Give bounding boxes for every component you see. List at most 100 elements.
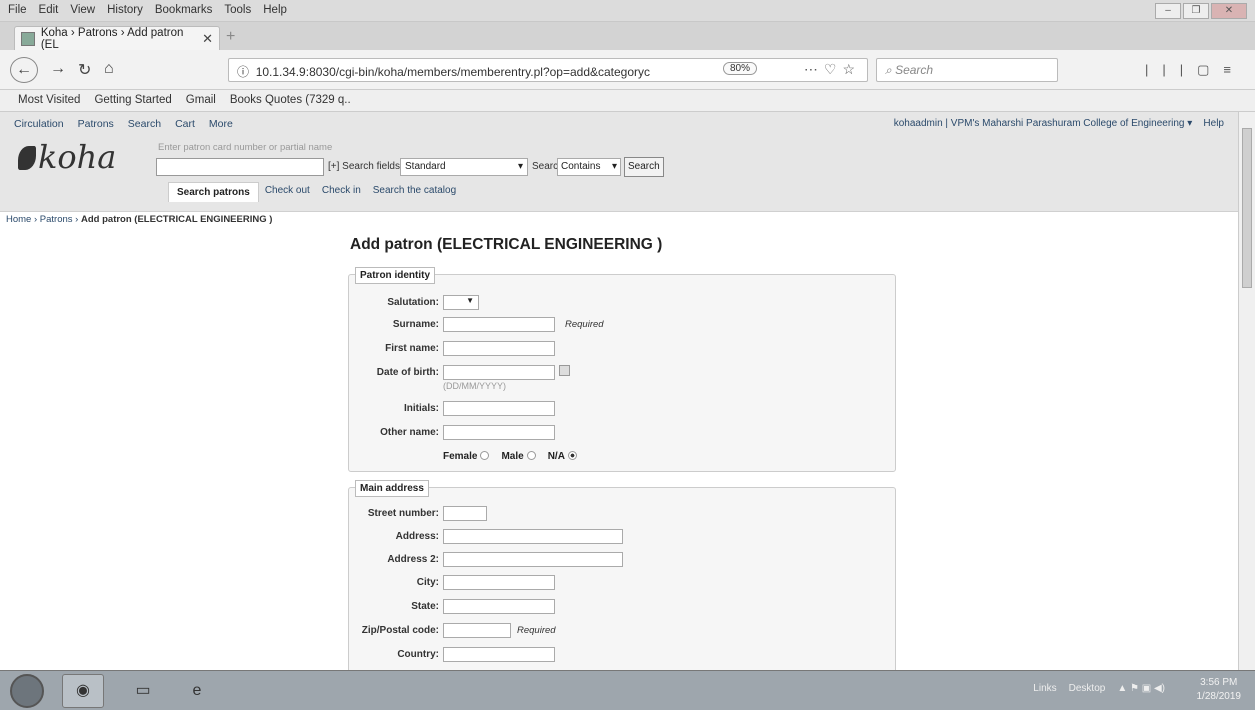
bookmark-getting-started[interactable]: Getting Started [94,94,171,111]
patron-search-input[interactable] [156,158,324,176]
state-input[interactable] [443,599,555,614]
close-tab-icon[interactable]: ✕ [202,31,213,47]
forward-button[interactable]: → [50,60,66,78]
country-input[interactable] [443,647,555,662]
street-number-input[interactable] [443,506,487,521]
new-tab-icon[interactable]: + [226,28,235,46]
gender-male-option[interactable]: Male [501,451,536,462]
radio-na[interactable] [567,451,577,460]
nav-circulation[interactable]: Circulation [14,118,64,130]
gender-female-option[interactable]: Female [443,451,490,462]
page-scrollbar[interactable] [1238,112,1255,670]
breadcrumb-current: Add patron (ELECTRICAL ENGINEERING ) [81,214,273,225]
dob-input[interactable] [443,365,555,380]
calendar-icon[interactable] [559,365,570,376]
library-name[interactable]: VPM's Maharshi Parashuram College of Eng… [951,118,1185,129]
url-bar[interactable]: ⓘ 10.1.34.9:8030/cgi-bin/koha/members/me… [228,58,868,82]
zip-label: Zip/Postal code: [361,625,439,636]
gender-na-option[interactable]: N/A [548,451,577,462]
nav-patrons[interactable]: Patrons [78,118,114,130]
street-number-row: Street number: [349,506,897,524]
koha-page: Circulation Patrons Search Cart More koh… [0,112,1238,670]
tray-desktop[interactable]: Desktop [1069,683,1106,694]
surname-input[interactable] [443,317,555,332]
menu-tools[interactable]: Tools [224,4,251,16]
internet-explorer-icon[interactable]: e [176,674,218,708]
tab-check-out[interactable]: Check out [259,182,316,202]
zoom-level[interactable]: 80% [722,62,757,75]
other-name-label: Other name: [380,427,439,438]
other-name-input[interactable] [443,425,555,440]
chevron-down-icon: ▾ [611,161,617,172]
reload-button[interactable]: ↻ [78,60,91,80]
search-fields-select[interactable]: Standard ▾ [400,158,528,176]
state-label: State: [411,601,439,612]
menu-view[interactable]: View [70,4,95,16]
back-button[interactable]: ← [10,57,38,83]
user-links: kohaadmin | VPM's Maharshi Parashuram Co… [893,118,1224,129]
logged-in-user[interactable]: kohaadmin [894,118,943,129]
patron-search-button[interactable]: Search [624,157,664,177]
bookmark-most-visited[interactable]: Most Visited [18,94,80,111]
address2-input[interactable] [443,552,623,567]
nav-search[interactable]: Search [128,118,161,130]
clock-time: 3:56 PM [1200,677,1238,688]
start-button[interactable] [10,674,44,708]
home-button[interactable]: ⌂ [104,60,114,78]
close-window-button[interactable]: ✕ [1211,3,1247,19]
initials-input[interactable] [443,401,555,416]
firefox-taskbar-icon[interactable]: ◉ [62,674,104,708]
browser-search-input[interactable]: ⌕ Search [876,58,1058,82]
top-nav: Circulation Patrons Search Cart More [14,118,233,130]
search-type-select[interactable]: Contains ▾ [557,158,621,176]
clock[interactable]: 3:56 PM 1/28/2019 [1197,676,1242,704]
bookmarks-bar: Most Visited Getting Started Gmail Books… [0,90,1255,112]
breadcrumb-home[interactable]: Home [6,214,31,225]
menu-bookmarks[interactable]: Bookmarks [155,4,213,16]
tab-search-patrons[interactable]: Search patrons [168,182,259,202]
page-actions-icons[interactable]: ⋯♡☆ [804,61,861,78]
first-name-input[interactable] [443,341,555,356]
nav-more[interactable]: More [209,118,233,130]
browser-menubar: File Edit View History Bookmarks Tools H… [0,0,1255,22]
chevron-down-icon: ▾ [517,161,523,172]
help-link[interactable]: Help [1203,118,1224,129]
bookmark-gmail[interactable]: Gmail [186,94,216,111]
bookmark-books-quotes[interactable]: Books Quotes (7329 q.. [230,94,351,111]
minimize-button[interactable]: – [1155,3,1181,19]
file-explorer-icon[interactable]: ▭ [122,674,164,708]
patron-identity-legend: Patron identity [355,267,436,284]
main-address-fieldset: Main address Street number: Address: Add… [348,480,897,670]
toolbar-icons[interactable]: |||▢≡ [1145,62,1245,78]
menu-edit[interactable]: Edit [39,4,59,16]
radio-male[interactable] [526,451,536,460]
nav-cart[interactable]: Cart [175,118,195,130]
menu-help[interactable]: Help [263,4,287,16]
koha-logo[interactable]: koha [18,138,116,176]
breadcrumb-patrons[interactable]: Patrons [40,214,73,225]
tab-title: Koha › Patrons › Add patron (EL [40,26,184,51]
city-input[interactable] [443,575,555,590]
gender-na-label: N/A [547,451,565,462]
info-icon[interactable]: ⓘ [237,65,249,79]
browser-tab[interactable]: Koha › Patrons › Add patron (EL ✕ [14,26,220,51]
maximize-button[interactable]: ❐ [1183,3,1209,19]
tab-strip: Koha › Patrons › Add patron (EL ✕ + [0,22,1255,51]
salutation-select[interactable]: ▼ [443,295,479,310]
menu-file[interactable]: File [8,4,27,16]
menu-items: File Edit View History Bookmarks Tools H… [0,0,1255,16]
tab-check-in[interactable]: Check in [316,182,367,202]
address-row: Address: [349,529,897,547]
salutation-row: Salutation: ▼ [349,295,897,313]
scrollbar-thumb[interactable] [1242,128,1252,288]
menu-history[interactable]: History [107,4,143,16]
tray-links[interactable]: Links [1033,683,1056,694]
address-input[interactable] [443,529,623,544]
search-fields-label[interactable]: [+] Search fields: [328,161,403,172]
tray-icons[interactable]: ▲ ⚑ ▣ ◀) [1117,683,1165,694]
street-number-label: Street number: [367,508,439,519]
tab-search-catalog[interactable]: Search the catalog [367,182,462,202]
radio-female[interactable] [480,451,490,460]
zip-input[interactable] [443,623,511,638]
salutation-label: Salutation: [387,297,439,308]
